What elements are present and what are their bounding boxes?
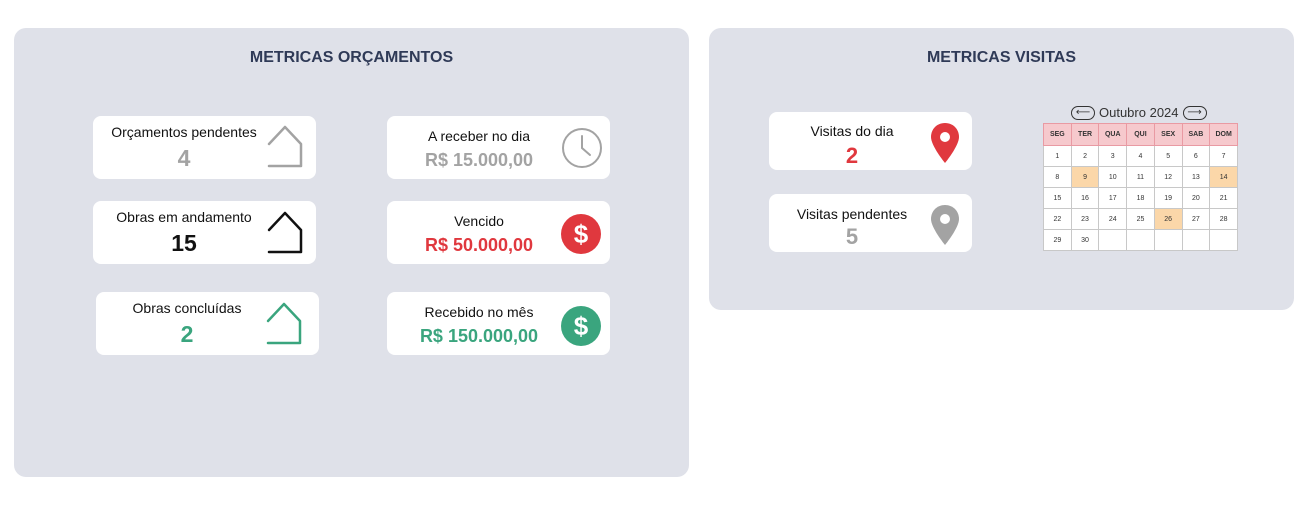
calendar-day[interactable]: 17 [1098, 187, 1128, 209]
calendar-empty-cell [1098, 229, 1128, 251]
calendar-day[interactable]: 5 [1153, 145, 1183, 167]
calendar-day[interactable]: 12 [1153, 166, 1183, 188]
card-label: Obras concluídas [132, 300, 242, 316]
calendar-weekday: TER [1070, 123, 1100, 146]
arrow-right-icon[interactable]: ⟶ [1182, 105, 1207, 120]
calendar-day[interactable]: 23 [1070, 208, 1100, 230]
calendar-weekday: DOM [1209, 123, 1238, 146]
calendar-day[interactable]: 7 [1209, 145, 1238, 167]
card-value: 2 [845, 143, 859, 168]
a-receber-card[interactable]: A receber no dia R$ 15.000,00 [387, 116, 610, 179]
calendar-day[interactable]: 8 [1043, 166, 1072, 188]
card-label: Orçamentos pendentes [111, 124, 257, 140]
calendar-day[interactable]: 4 [1126, 145, 1155, 167]
orcamentos-title: METRICAS ORÇAMENTOS [249, 49, 454, 66]
recebido-card[interactable]: Recebido no mês R$ 150.000,00 $ [387, 292, 610, 355]
calendar-day[interactable]: 21 [1209, 187, 1238, 209]
card-label: Vencido [454, 213, 504, 229]
calendar-weekday: SEG [1043, 123, 1072, 146]
calendar-day[interactable]: 15 [1043, 187, 1072, 209]
obras-concluidas-card[interactable]: Obras concluídas 2 [96, 292, 319, 355]
card-value: 2 [180, 321, 194, 347]
visitas-title: METRICAS VISITAS [926, 49, 1077, 66]
card-value: 15 [171, 230, 197, 256]
calendar-day[interactable]: 11 [1126, 166, 1155, 188]
house-icon [266, 302, 302, 345]
visitas-pendentes-card[interactable]: Visitas pendentes 5 [769, 194, 972, 252]
calendar-day[interactable]: 29 [1043, 229, 1072, 251]
card-label: A receber no dia [428, 128, 530, 144]
calendar-week: 15 16 17 18 19 20 21 [1043, 187, 1238, 209]
map-pin-icon [931, 123, 959, 163]
calendar-day[interactable]: 27 [1181, 208, 1211, 230]
calendar-day[interactable]: 2 [1070, 145, 1100, 167]
card-value: R$ 150.000,00 [419, 326, 539, 346]
card-value: R$ 50.000,00 [424, 235, 534, 255]
calendar-day[interactable]: 30 [1070, 229, 1100, 251]
calendar-day[interactable]: 18 [1126, 187, 1155, 209]
svg-text:$: $ [574, 219, 589, 249]
calendar-day[interactable]: 26 [1153, 208, 1183, 230]
calendar-day[interactable]: 1 [1043, 145, 1072, 167]
calendar-day[interactable]: 25 [1126, 208, 1155, 230]
calendar-day[interactable]: 20 [1181, 187, 1211, 209]
calendar-week: 22 23 24 25 26 27 28 [1043, 208, 1238, 230]
svg-text:$: $ [574, 311, 589, 341]
card-label: Obras em andamento [116, 209, 252, 225]
calendar-day[interactable]: 14 [1209, 166, 1238, 188]
calendar-empty-cell [1209, 229, 1238, 251]
calendar-day[interactable]: 24 [1098, 208, 1128, 230]
dollar-icon: $ [561, 214, 601, 254]
calendar-day[interactable]: 9 [1070, 166, 1100, 188]
calendar-empty-cell [1181, 229, 1211, 251]
clock-icon [562, 128, 602, 168]
calendar-week: 29 30 [1043, 229, 1238, 251]
card-value: 4 [177, 145, 191, 171]
card-value: R$ 15.000,00 [424, 150, 534, 170]
card-label: Recebido no mês [424, 304, 534, 320]
house-icon [267, 125, 303, 168]
card-value: 5 [845, 224, 859, 249]
calendar-weekday: SEX [1153, 123, 1183, 146]
dollar-icon: $ [561, 306, 601, 346]
calendar-day[interactable]: 6 [1181, 145, 1211, 167]
calendar-day[interactable]: 16 [1070, 187, 1100, 209]
calendar-day[interactable]: 22 [1043, 208, 1072, 230]
calendar-day[interactable]: 13 [1181, 166, 1211, 188]
visitas-panel: METRICAS VISITAS Visitas do dia 2 Visita… [709, 28, 1294, 310]
obras-andamento-card[interactable]: Obras em andamento 15 [93, 201, 316, 264]
house-icon [267, 211, 303, 254]
calendar-day[interactable]: 3 [1098, 145, 1128, 167]
calendar-empty-cell [1126, 229, 1155, 251]
card-label: Visitas do dia [810, 123, 894, 139]
calendar-weekday: QUI [1126, 123, 1155, 146]
calendar-week: 1234567 [1043, 145, 1238, 167]
calendar-empty-cell [1153, 229, 1183, 251]
map-pin-icon [931, 205, 959, 245]
calendar-weekday: QUA [1098, 123, 1128, 146]
card-label: Visitas pendentes [796, 206, 908, 222]
calendar-week: 8 9 10 11 12 13 14 [1043, 166, 1238, 188]
calendar-weekday: SAB [1181, 123, 1211, 146]
orcamentos-pendentes-card[interactable]: Orçamentos pendentes 4 [93, 116, 316, 179]
calendar-day[interactable]: 10 [1098, 166, 1128, 188]
calendar-header: ⟵ Outubro 2024 ⟶ [1071, 105, 1207, 120]
visitas-dia-card[interactable]: Visitas do dia 2 [769, 112, 972, 170]
vencido-card[interactable]: Vencido R$ 50.000,00 $ [387, 201, 610, 264]
calendar-day[interactable]: 19 [1153, 187, 1183, 209]
calendar: SEG TER QUA QUI SEX SAB DOM 1 2 3 4 5 6 7 8 9 10 11 12 13 1… [1043, 123, 1238, 251]
orcamentos-panel: METRICAS ORÇAMENTOS Orçamentos pendentes… [14, 28, 689, 477]
arrow-left-icon[interactable]: ⟵ [1071, 105, 1095, 120]
calendar-day[interactable]: 28 [1209, 208, 1238, 230]
calendar-month-label: Outubro 2024 [1099, 105, 1179, 120]
